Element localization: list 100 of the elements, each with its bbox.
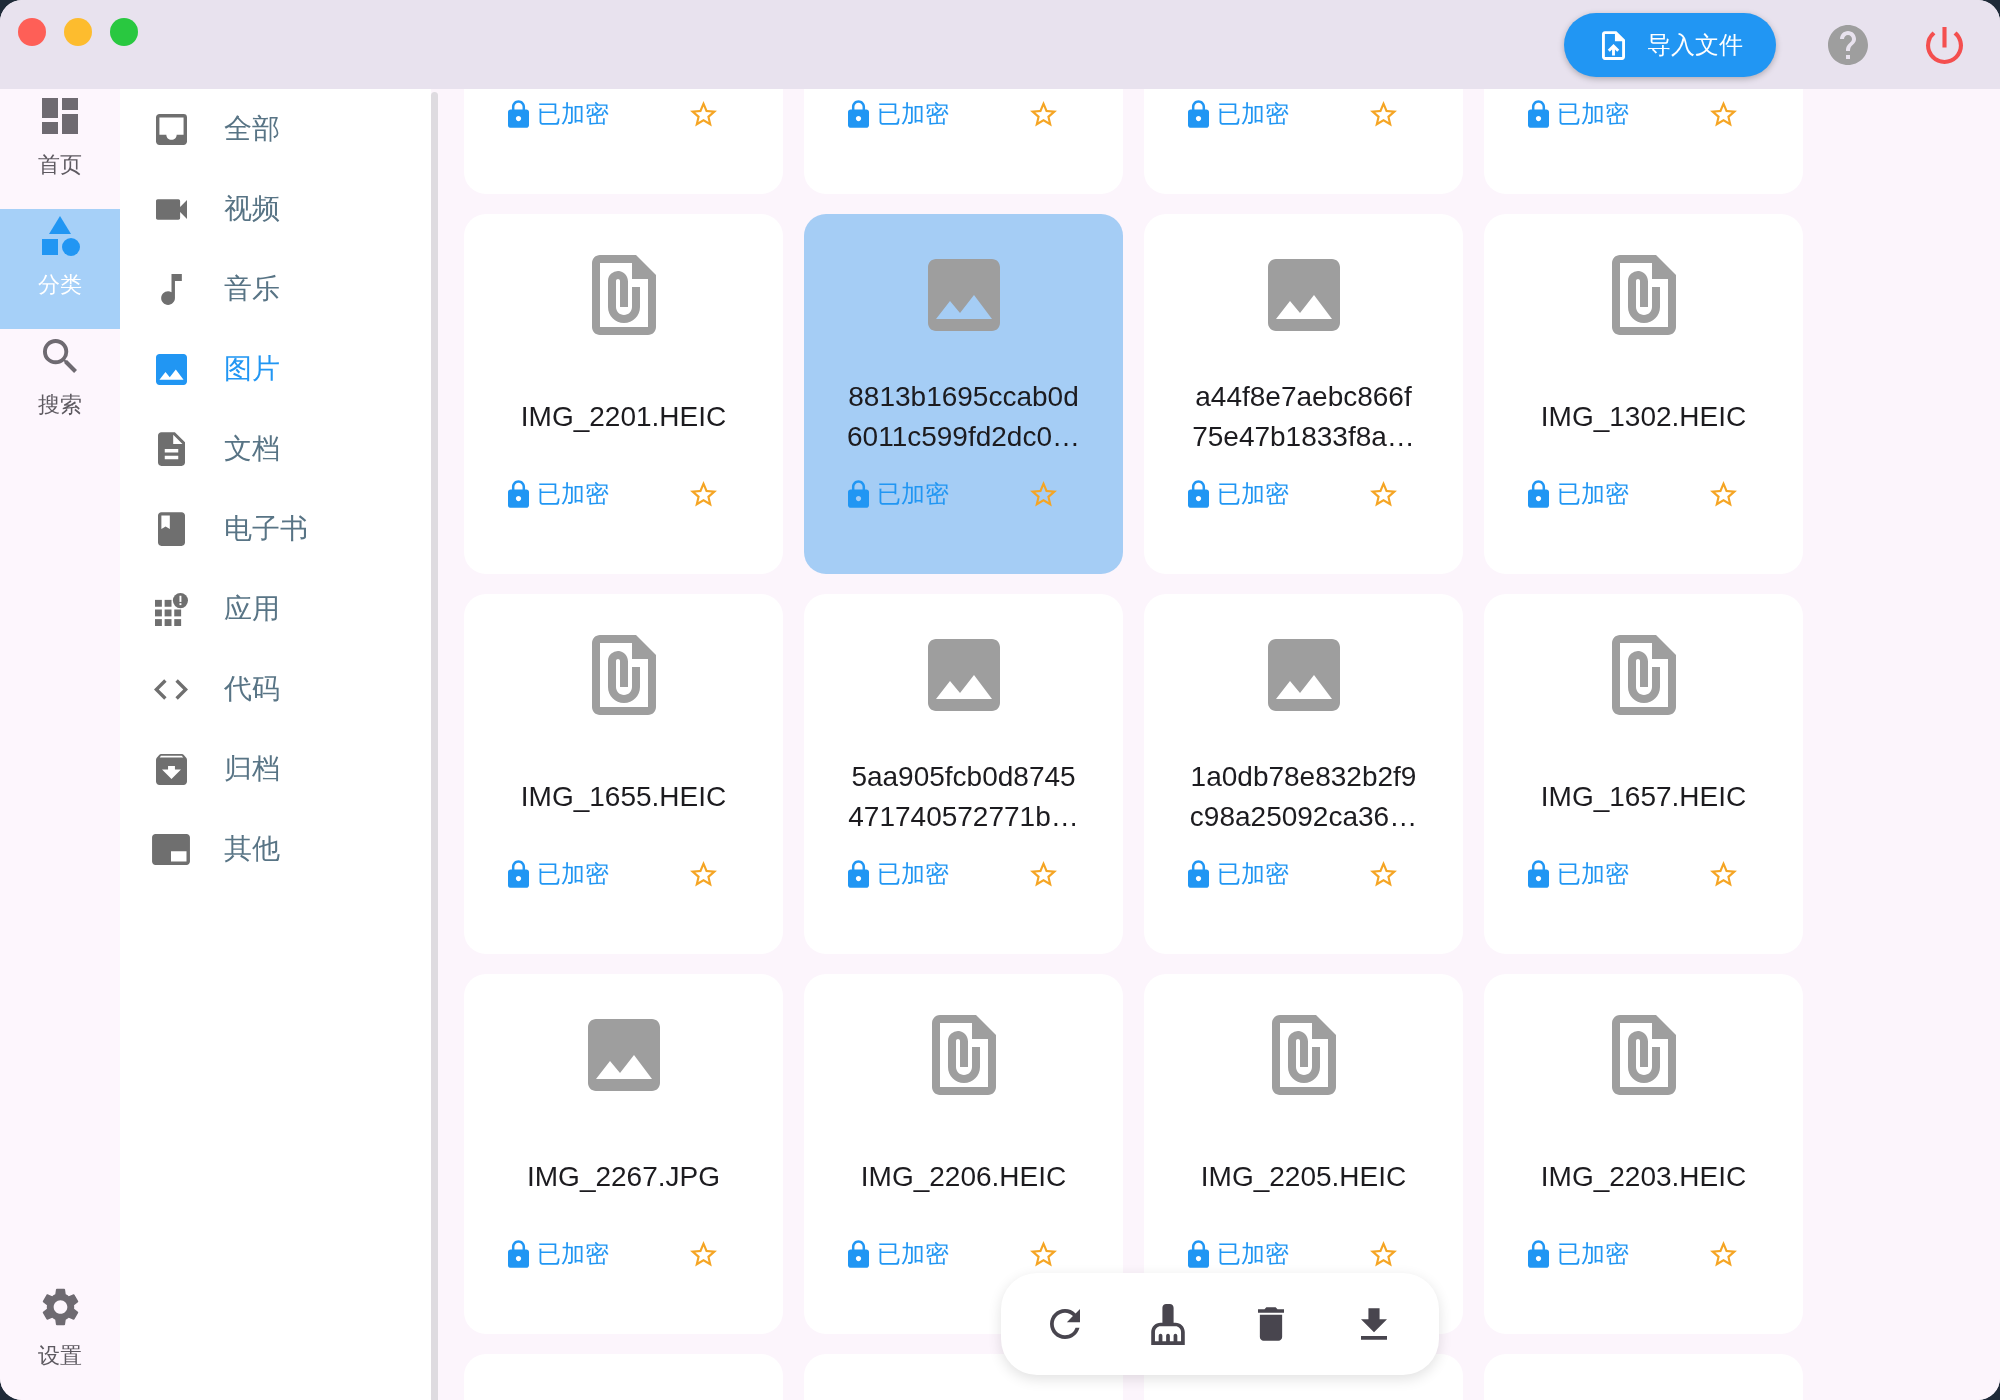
star-icon[interactable]	[690, 101, 717, 127]
image-icon	[927, 259, 1000, 331]
file-card[interactable]: 5aa905fcb0d8745 471740572771b… 已加密	[804, 594, 1123, 954]
category-item[interactable]: 其他	[120, 809, 431, 889]
document-icon	[157, 432, 185, 466]
nav-rail-item[interactable]: 设置	[0, 1280, 120, 1400]
star-icon[interactable]	[690, 861, 717, 887]
star-icon[interactable]	[1370, 861, 1397, 887]
grid-alert-icon	[154, 592, 188, 626]
encrypted-label: 已加密	[537, 859, 609, 889]
file-card[interactable]: 已加密	[1144, 89, 1463, 194]
star-icon[interactable]	[1710, 861, 1737, 887]
lock-icon	[1528, 480, 1549, 508]
image-icon	[587, 1019, 660, 1091]
category-item[interactable]: 文档	[120, 409, 431, 489]
file-name: IMG_1302.HEIC	[1540, 400, 1747, 434]
file-card[interactable]: a44f8e7aebc866f 75e47b1833f8a… 已加密	[1144, 214, 1463, 574]
nav-rail-item[interactable]: 搜索	[0, 329, 120, 449]
file-card[interactable]: IMG_2206.HEIC 已加密	[804, 974, 1123, 1334]
encrypted-label: 已加密	[1217, 479, 1289, 509]
lock-icon	[1528, 1240, 1549, 1268]
import-button[interactable]: 导入文件	[1564, 13, 1776, 77]
clip-document-icon	[1611, 1015, 1676, 1095]
lock-icon	[1188, 1240, 1209, 1268]
encrypted-label: 已加密	[877, 479, 949, 509]
category-item[interactable]: 归档	[120, 729, 431, 809]
file-name: IMG_2206.HEIC	[860, 1160, 1067, 1194]
file-card[interactable]: IMG_1655.HEIC 已加密	[464, 594, 783, 954]
category-item[interactable]: 应用	[120, 569, 431, 649]
file-name: 8813b1695ccab0d 6011c599fd2dc0…	[847, 380, 1080, 454]
shapes-icon	[40, 216, 80, 256]
video-camera-icon	[155, 198, 187, 220]
star-icon[interactable]	[690, 481, 717, 507]
star-icon[interactable]	[1030, 861, 1057, 887]
window-panel-icon	[152, 833, 190, 865]
image-icon	[1267, 259, 1340, 331]
file-card[interactable]: IMG_1302.HEIC 已加密	[1484, 214, 1803, 574]
encrypted-label: 已加密	[877, 859, 949, 889]
star-icon[interactable]	[1370, 101, 1397, 127]
file-name: IMG_1657.HEIC	[1540, 780, 1747, 814]
category-item[interactable]: 图片	[120, 329, 431, 409]
image-icon	[155, 353, 187, 385]
file-name: IMG_2205.HEIC	[1200, 1160, 1407, 1194]
download-icon[interactable]	[1360, 1308, 1387, 1340]
star-icon[interactable]	[1030, 1241, 1057, 1267]
lock-icon	[848, 480, 869, 508]
star-icon[interactable]	[1710, 1241, 1737, 1267]
encrypted-label: 已加密	[1217, 1239, 1289, 1269]
encrypted-label: 已加密	[537, 1239, 609, 1269]
star-icon[interactable]	[1030, 481, 1057, 507]
broom-icon[interactable]	[1150, 1303, 1185, 1345]
encrypted-label: 已加密	[537, 479, 609, 509]
search-icon	[43, 339, 77, 373]
star-icon[interactable]	[1370, 481, 1397, 507]
encrypted-label: 已加密	[877, 99, 949, 129]
window-minimize-icon[interactable]	[64, 18, 92, 46]
file-card[interactable]: 8813b1695ccab0d 6011c599fd2dc0… 已加密	[804, 214, 1123, 574]
category-item[interactable]: 电子书	[120, 489, 431, 569]
category-item[interactable]: 视频	[120, 169, 431, 249]
book-icon	[157, 512, 185, 546]
star-icon[interactable]	[1030, 101, 1057, 127]
file-name: IMG_2201.HEIC	[520, 400, 727, 434]
encrypted-label: 已加密	[1557, 859, 1629, 889]
lock-icon	[508, 860, 529, 888]
help-icon[interactable]	[1828, 25, 1868, 65]
category-item[interactable]: 全部	[120, 89, 431, 169]
file-card[interactable]: IMG_2201.HEIC 已加密	[464, 214, 783, 574]
window-zoom-icon[interactable]	[110, 18, 138, 46]
file-card[interactable]: 已加密	[804, 89, 1123, 194]
trash-icon[interactable]	[1257, 1307, 1284, 1341]
encrypted-label: 已加密	[1557, 99, 1629, 129]
clip-document-icon	[591, 255, 656, 335]
image-icon	[927, 639, 1000, 711]
refresh-icon[interactable]	[1049, 1309, 1080, 1339]
star-icon[interactable]	[1370, 1241, 1397, 1267]
star-icon[interactable]	[1710, 101, 1737, 127]
file-name: 5aa905fcb0d8745 471740572771b…	[848, 760, 1079, 834]
window-close-icon[interactable]	[18, 18, 46, 46]
file-upload-icon	[1602, 30, 1625, 60]
star-icon[interactable]	[690, 1241, 717, 1267]
file-card[interactable]: 已加密	[1484, 89, 1803, 194]
dashboard-icon	[42, 98, 78, 134]
file-card[interactable]: 1a0db78e832b2f9 c98a25092ca36… 已加密	[1144, 594, 1463, 954]
file-name: a44f8e7aebc866f 75e47b1833f8a…	[1192, 380, 1415, 454]
lock-icon	[1528, 100, 1549, 128]
file-card[interactable]: IMG_2203.HEIC 已加密	[1484, 974, 1803, 1334]
file-card[interactable]: IMG_2267.JPG 已加密	[464, 974, 783, 1334]
image-icon	[1267, 639, 1340, 711]
category-item[interactable]: 代码	[120, 649, 431, 729]
category-item[interactable]: 音乐	[120, 249, 431, 329]
lock-icon	[848, 860, 869, 888]
file-card[interactable]: IMG_1657.HEIC 已加密	[1484, 594, 1803, 954]
encrypted-label: 已加密	[1557, 479, 1629, 509]
clip-document-icon	[1611, 635, 1676, 715]
file-card[interactable]: 已加密	[464, 89, 783, 194]
star-icon[interactable]	[1710, 481, 1737, 507]
nav-rail-item[interactable]: 首页	[0, 89, 120, 209]
music-note-icon	[160, 273, 182, 305]
file-name: 1a0db78e832b2f9 c98a25092ca36…	[1189, 760, 1418, 834]
power-icon[interactable]	[1926, 26, 1963, 64]
